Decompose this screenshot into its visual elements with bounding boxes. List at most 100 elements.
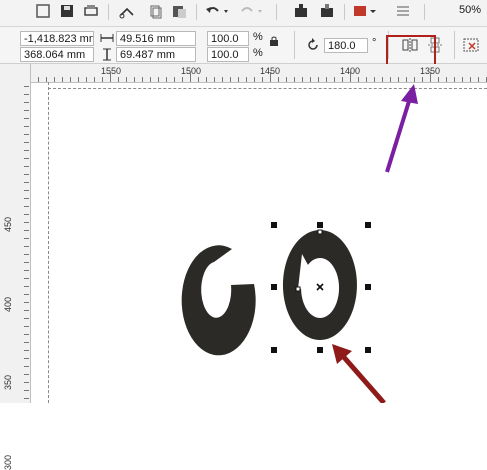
launcher-icon[interactable] bbox=[394, 3, 412, 19]
ruler-tick bbox=[24, 230, 29, 231]
x-position-field[interactable]: -1,418.823 mn bbox=[20, 31, 94, 46]
ruler-label-300: 300 bbox=[3, 454, 13, 470]
ruler-tick bbox=[350, 72, 351, 82]
scale-x-field[interactable]: 100.0 bbox=[207, 31, 249, 46]
ruler-tick bbox=[24, 238, 29, 239]
height-field[interactable]: 69.487 mm bbox=[116, 47, 196, 62]
width-field[interactable]: 49.516 mm bbox=[116, 31, 196, 46]
selection-handle-top-right[interactable] bbox=[365, 222, 371, 228]
ruler-tick bbox=[24, 334, 29, 335]
ruler-label-400: 400 bbox=[3, 296, 13, 312]
redo-icon[interactable] bbox=[238, 3, 264, 19]
import-icon[interactable] bbox=[292, 3, 310, 19]
ruler-tick bbox=[24, 182, 29, 183]
ruler-tick bbox=[24, 134, 29, 135]
paste-icon[interactable] bbox=[170, 3, 188, 19]
rotation-degree: ° bbox=[372, 37, 377, 49]
ruler-tick bbox=[382, 77, 383, 82]
ruler-tick bbox=[134, 77, 135, 82]
toolbar-separator bbox=[196, 4, 197, 20]
ruler-tick bbox=[254, 77, 255, 82]
ruler-tick bbox=[238, 77, 239, 82]
selection-handle-top-middle[interactable] bbox=[317, 222, 323, 228]
ruler-tick bbox=[38, 77, 39, 82]
ruler-tick bbox=[62, 77, 63, 82]
ruler-tick bbox=[24, 126, 29, 127]
ruler-tick bbox=[24, 326, 29, 327]
rotation-field[interactable]: 180.0 bbox=[324, 38, 368, 53]
drawing-canvas[interactable] bbox=[31, 83, 487, 403]
save-icon[interactable] bbox=[58, 3, 76, 19]
convert-to-curves-icon[interactable] bbox=[462, 37, 480, 53]
ruler-tick bbox=[390, 77, 391, 82]
cut-icon[interactable] bbox=[118, 3, 136, 19]
ruler-label-1500: 1500 bbox=[181, 66, 202, 76]
selection-handle-bottom-middle[interactable] bbox=[317, 347, 323, 353]
y-position-field[interactable]: 368.064 mm bbox=[20, 47, 94, 62]
ruler-tick bbox=[334, 77, 335, 82]
ruler-tick bbox=[358, 77, 359, 82]
ruler-tick bbox=[24, 174, 29, 175]
ruler-tick bbox=[70, 77, 71, 82]
ruler-tick bbox=[414, 77, 415, 82]
ruler-tick bbox=[24, 366, 29, 367]
toolbar-separator bbox=[344, 4, 345, 20]
horizontal-ruler[interactable]: 1550 1500 1450 1400 1350 bbox=[30, 64, 487, 83]
ruler-tick bbox=[230, 77, 231, 82]
top-node-handle[interactable] bbox=[317, 229, 323, 235]
selection-handle-top-left[interactable] bbox=[271, 222, 277, 228]
toolbar-separator bbox=[108, 4, 109, 20]
ruler-tick bbox=[406, 77, 407, 82]
ruler-tick bbox=[78, 77, 79, 82]
ruler-tick bbox=[150, 77, 151, 82]
selection-handle-middle-right[interactable] bbox=[365, 284, 371, 290]
ruler-tick bbox=[214, 77, 215, 82]
node-handle[interactable] bbox=[295, 286, 301, 292]
selection-handle-bottom-right[interactable] bbox=[365, 347, 371, 353]
ruler-tick bbox=[86, 77, 87, 82]
export-icon[interactable] bbox=[318, 3, 336, 19]
ruler-tick bbox=[24, 382, 29, 383]
page-border-top bbox=[48, 88, 487, 89]
ruler-tick bbox=[24, 86, 29, 87]
ruler-tick bbox=[24, 350, 29, 351]
ruler-tick bbox=[24, 150, 29, 151]
new-icon[interactable] bbox=[34, 3, 52, 19]
lock-ratio-icon[interactable] bbox=[269, 36, 279, 46]
selection-handle-bottom-left[interactable] bbox=[271, 347, 277, 353]
ruler-tick bbox=[278, 77, 279, 82]
copy-icon[interactable] bbox=[146, 3, 164, 19]
scale-y-field[interactable]: 100.0 bbox=[207, 47, 249, 62]
ruler-tick bbox=[24, 190, 29, 191]
ruler-tick bbox=[24, 246, 29, 247]
rotate-icon bbox=[308, 38, 318, 50]
ruler-label-1550: 1550 bbox=[101, 66, 122, 76]
publish-icon[interactable] bbox=[352, 3, 378, 19]
ruler-tick bbox=[262, 77, 263, 82]
ruler-tick bbox=[24, 294, 29, 295]
ruler-label-350: 350 bbox=[3, 374, 13, 390]
scale-y-unit: % bbox=[253, 47, 263, 59]
ruler-tick bbox=[24, 94, 29, 95]
zoom-level[interactable]: 50% bbox=[459, 4, 481, 16]
ruler-tick bbox=[24, 206, 29, 207]
ruler-tick bbox=[422, 77, 423, 82]
ruler-tick bbox=[206, 77, 207, 82]
ruler-tick bbox=[24, 358, 29, 359]
undo-icon[interactable] bbox=[204, 3, 230, 19]
selection-handle-middle-left[interactable] bbox=[271, 284, 277, 290]
ruler-tick bbox=[198, 77, 199, 82]
ruler-tick bbox=[24, 342, 29, 343]
ruler-tick bbox=[24, 214, 29, 215]
propbar-separator bbox=[454, 31, 455, 59]
print-icon[interactable] bbox=[82, 3, 100, 19]
scale-x-unit: % bbox=[253, 31, 263, 43]
ruler-tick bbox=[24, 390, 29, 391]
ruler-tick bbox=[24, 198, 29, 199]
ruler-tick bbox=[24, 270, 29, 271]
ruler-tick bbox=[470, 77, 471, 82]
ruler-tick bbox=[24, 102, 29, 103]
ruler-tick bbox=[374, 77, 375, 82]
ruler-tick bbox=[24, 398, 29, 399]
vertical-ruler[interactable]: 450 400 350 300 bbox=[0, 64, 31, 470]
